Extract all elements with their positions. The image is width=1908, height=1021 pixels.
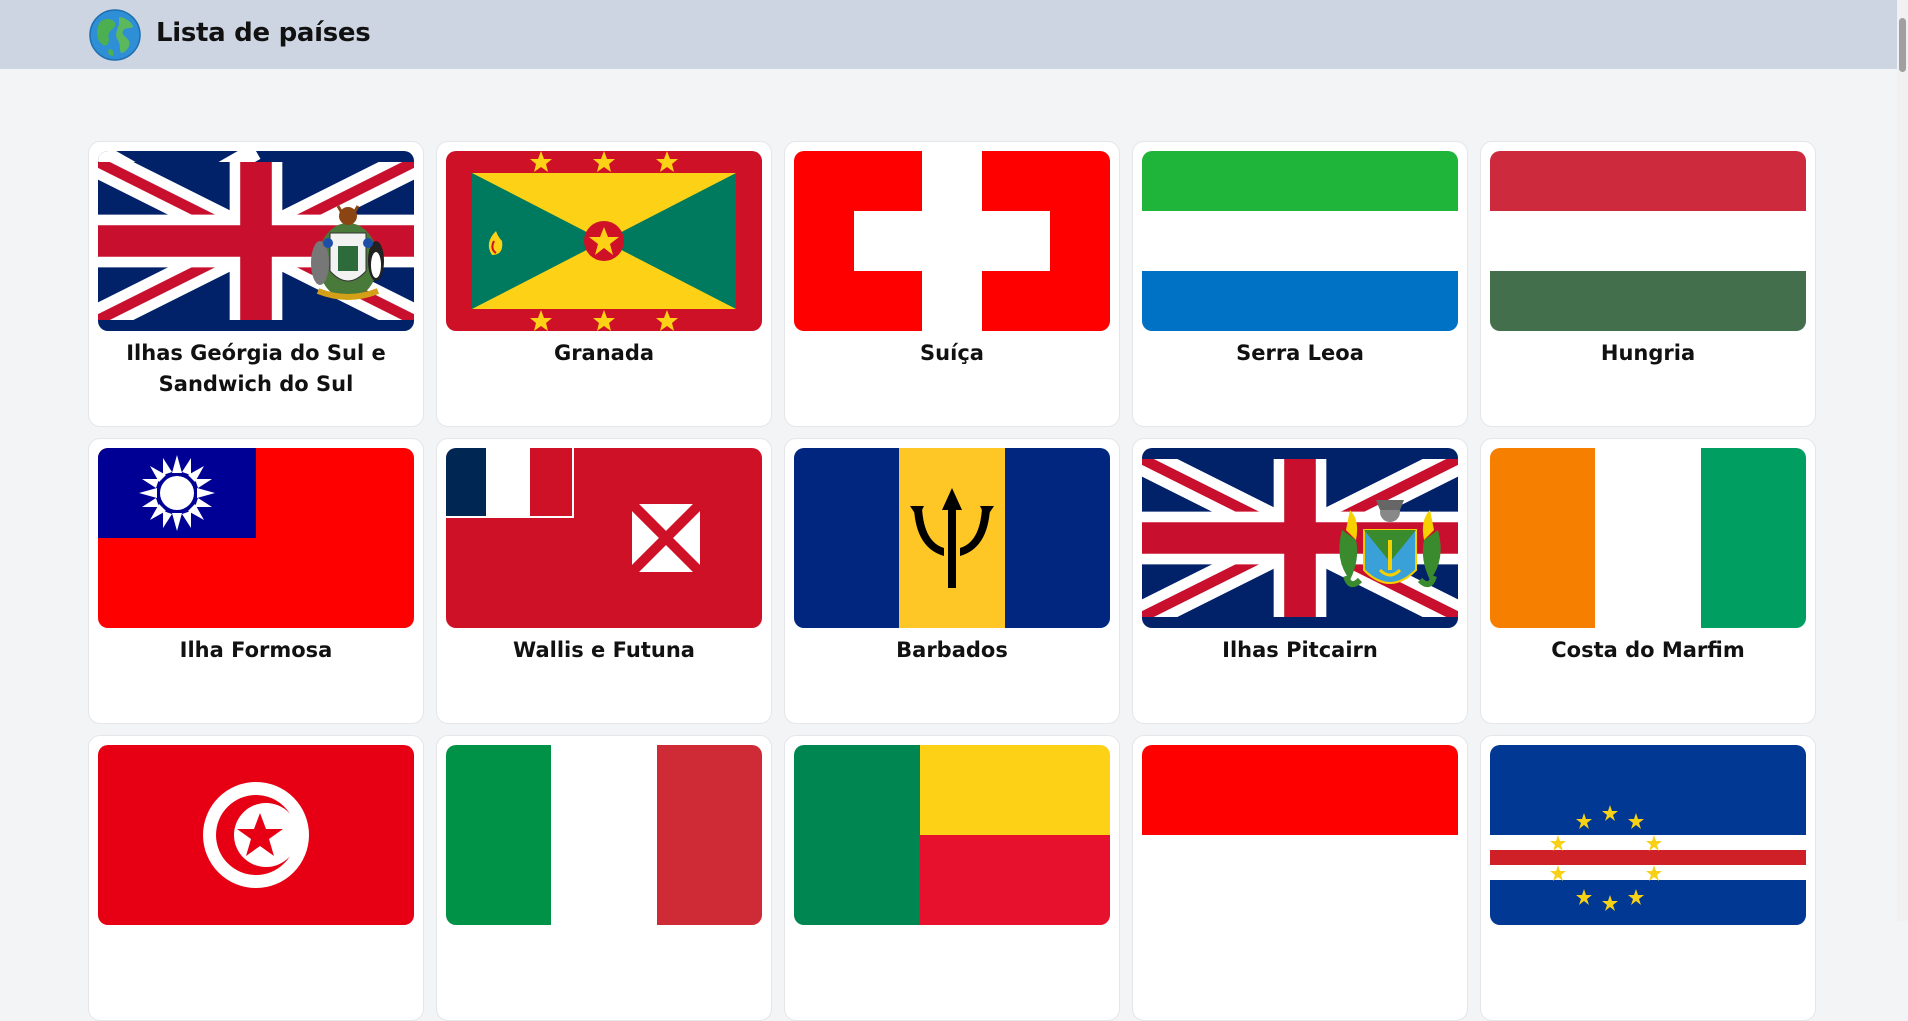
country-name: Hungria [1600, 341, 1696, 365]
pitcairn-flag-icon [1142, 448, 1458, 628]
page-title: Lista de países [156, 18, 371, 48]
country-card[interactable]: Serra Leoa [1132, 141, 1468, 427]
country-card[interactable] [784, 735, 1120, 1021]
top-header: Lista de países [0, 0, 1897, 69]
country-card[interactable]: Ilhas Pitcairn [1132, 438, 1468, 724]
switzerland-flag-icon [794, 151, 1110, 331]
country-name: Ilhas Pitcairn [1222, 638, 1378, 662]
country-card[interactable]: Costa do Marfim [1480, 438, 1816, 724]
country-card[interactable] [436, 735, 772, 1021]
country-name: Serra Leoa [1236, 341, 1364, 365]
tunisia-flag-icon [98, 745, 414, 925]
taiwan-flag-icon [98, 448, 414, 628]
country-card[interactable]: Hungria [1480, 141, 1816, 427]
wallis-futuna-flag-icon [446, 448, 762, 628]
country-card[interactable]: Ilhas Geórgia do Sul e Sandwich do Sul [88, 141, 424, 427]
south-georgia-flag-icon [98, 151, 414, 331]
country-name: Granada [553, 341, 655, 365]
ivory-coast-flag-icon [1490, 448, 1806, 628]
country-card[interactable]: Suíça [784, 141, 1120, 427]
country-name: Costa do Marfim [1551, 638, 1745, 662]
globe-icon [89, 9, 141, 61]
vertical-scrollbar[interactable] [1897, 0, 1908, 921]
country-card[interactable]: Granada [436, 141, 772, 427]
country-card[interactable]: Barbados [784, 438, 1120, 724]
italy-flag-icon [446, 745, 762, 925]
country-card[interactable]: Ilha Formosa [88, 438, 424, 724]
country-card[interactable] [1480, 735, 1816, 1021]
grenada-flag-icon [446, 151, 762, 331]
cape-verde-flag-icon [1490, 745, 1806, 925]
country-name: Wallis e Futuna [513, 638, 695, 662]
country-card[interactable] [1132, 735, 1468, 1021]
country-grid: Ilhas Geórgia do Sul e Sandwich do Sul G… [88, 141, 1816, 1021]
country-name: Barbados [896, 638, 1008, 662]
country-card[interactable] [88, 735, 424, 1021]
country-name: Suíça [920, 341, 984, 365]
country-name: Ilha Formosa [179, 638, 333, 662]
scrollbar-thumb[interactable] [1899, 18, 1906, 72]
country-card[interactable]: Wallis e Futuna [436, 438, 772, 724]
benin-flag-icon [794, 745, 1110, 925]
country-name: Ilhas Geórgia do Sul e Sandwich do Sul [126, 341, 386, 396]
sierra-leone-flag-icon [1142, 151, 1458, 331]
barbados-flag-icon [794, 448, 1110, 628]
indonesia-flag-icon [1142, 745, 1458, 925]
hungary-flag-icon [1490, 151, 1806, 331]
